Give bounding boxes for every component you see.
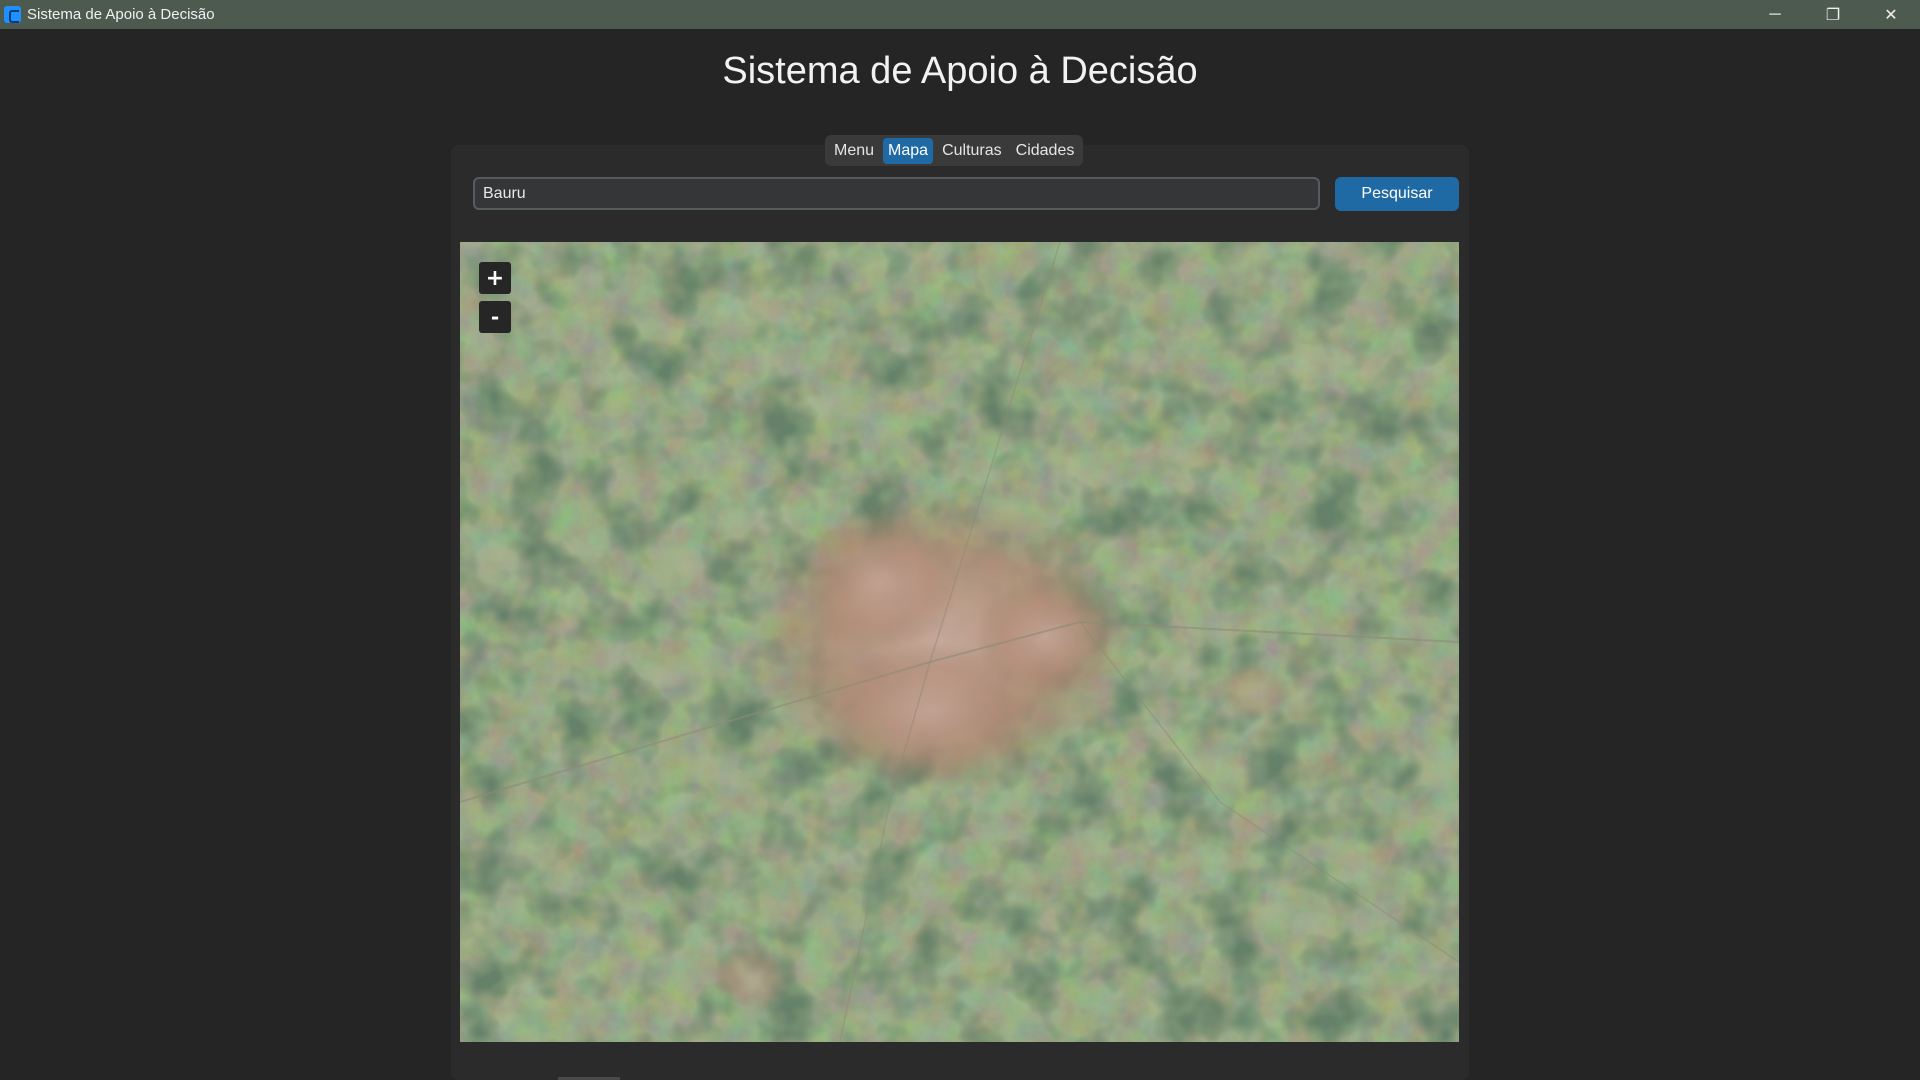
search-button[interactable]: Pesquisar — [1335, 177, 1459, 211]
tab-culturas[interactable]: Culturas — [937, 138, 1007, 164]
window-controls: ─ ❐ ✕ — [1746, 0, 1920, 29]
tab-mapa[interactable]: Mapa — [883, 137, 934, 164]
search-input[interactable] — [473, 177, 1320, 210]
satellite-imagery — [460, 242, 1459, 1042]
zoom-out-button[interactable]: - — [479, 301, 511, 333]
close-button[interactable]: ✕ — [1862, 0, 1920, 29]
satellite-map[interactable]: + - — [460, 242, 1459, 1042]
title-bar: Sistema de Apoio à Decisão ─ ❐ ✕ — [0, 0, 1920, 29]
app-logo-icon — [4, 6, 21, 23]
zoom-in-button[interactable]: + — [479, 262, 511, 294]
minimize-button[interactable]: ─ — [1746, 0, 1804, 29]
tab-bar: Menu Mapa Culturas Cidades — [825, 135, 1084, 166]
maximize-button[interactable]: ❐ — [1804, 0, 1862, 29]
tab-cidades[interactable]: Cidades — [1011, 138, 1080, 164]
page-title: Sistema de Apoio à Decisão — [722, 50, 1198, 92]
window-title: Sistema de Apoio à Decisão — [27, 6, 215, 23]
tab-menu[interactable]: Menu — [829, 138, 879, 164]
